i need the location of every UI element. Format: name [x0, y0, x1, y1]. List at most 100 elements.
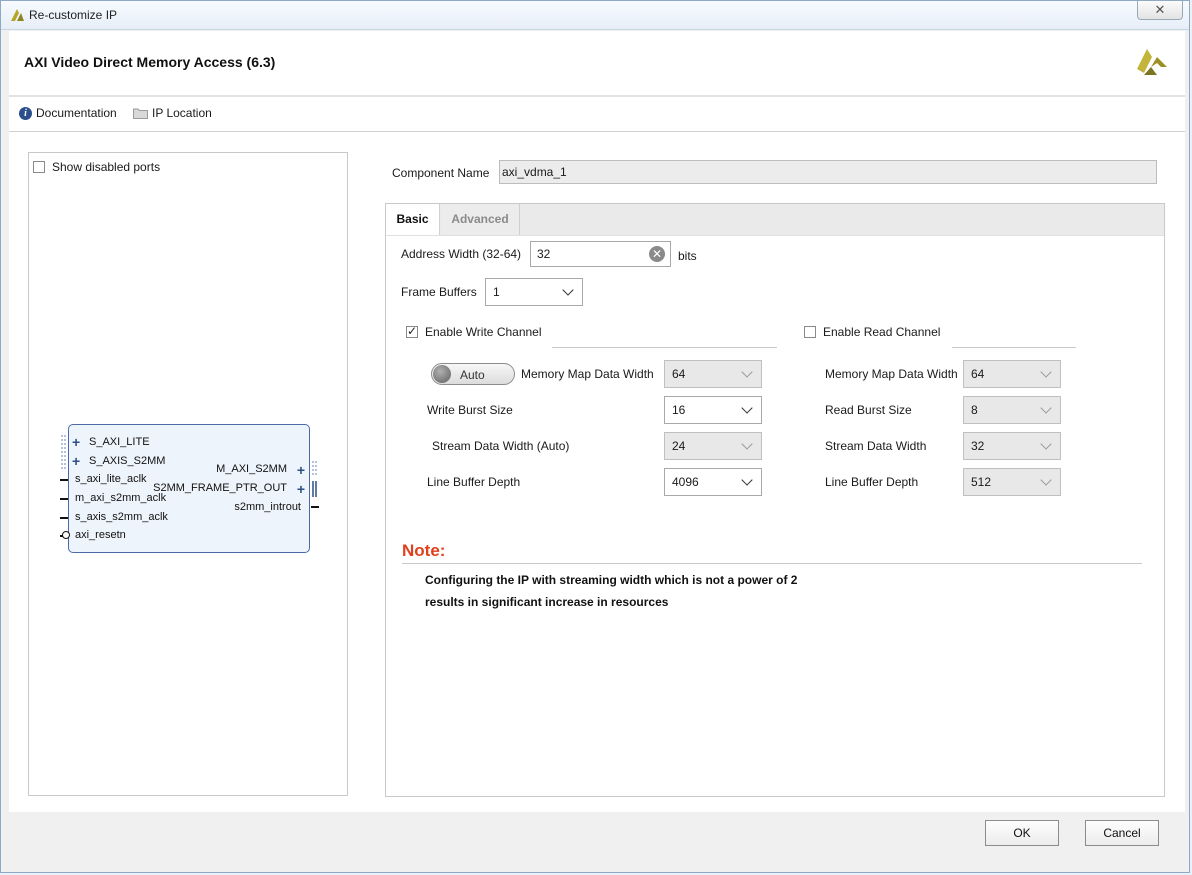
ip-title: AXI Video Direct Memory Access (6.3)	[24, 54, 276, 70]
pin-s-axis-s2mm-aclk	[60, 517, 68, 519]
clear-icon[interactable]: ✕	[649, 246, 665, 262]
write-mm-width-value: 64	[672, 367, 686, 381]
chevron-down-icon	[741, 474, 753, 486]
note-line-2: results in significant increase in resou…	[425, 595, 669, 609]
write-mm-width-label: Memory Map Data Width	[521, 367, 654, 381]
write-section-divider	[552, 347, 777, 348]
expand-s2mm-frame-ptr-out-icon[interactable]: +	[297, 482, 305, 496]
frame-buffers-value: 1	[493, 285, 500, 299]
port-s-axis-s2mm: S_AXIS_S2MM	[89, 455, 166, 467]
write-burst-label: Write Burst Size	[427, 403, 513, 417]
read-line-buffer-value: 512	[971, 475, 992, 489]
enable-write-channel-label: Enable Write Channel	[425, 325, 542, 339]
read-mm-width-label: Memory Map Data Width	[825, 367, 958, 381]
tab-basic[interactable]: Basic	[386, 204, 440, 235]
port-s2mm-frame-ptr-out: S2MM_FRAME_PTR_OUT	[153, 482, 287, 494]
ip-block-symbol: + S_AXI_LITE + S_AXIS_S2MM s_axi_lite_ac…	[60, 424, 319, 553]
chevron-down-icon	[741, 366, 753, 378]
ip-location-label: IP Location	[152, 106, 212, 120]
read-burst-value: 8	[971, 403, 978, 417]
read-line-buffer-label: Line Buffer Depth	[825, 475, 919, 489]
auto-toggle-label: Auto	[460, 368, 485, 382]
pin-s-axi-lite-aclk	[60, 479, 68, 481]
chevron-down-icon	[562, 284, 574, 296]
expand-s-axi-lite-icon[interactable]: +	[72, 435, 80, 449]
tab-panel: Basic Advanced Address Width (32-64) 32 …	[385, 203, 1165, 797]
dialog-window: Re-customize IP ✕ AXI Video Direct Memor…	[0, 0, 1190, 873]
xilinx-brand-logo-icon	[1137, 49, 1167, 75]
read-burst-select[interactable]: 8	[963, 396, 1061, 424]
ok-button[interactable]: OK	[985, 820, 1059, 846]
read-stream-width-value: 32	[971, 439, 985, 453]
enable-read-channel-label: Enable Read Channel	[823, 325, 941, 339]
ip-header: AXI Video Direct Memory Access (6.3)	[9, 31, 1185, 97]
cancel-button[interactable]: Cancel	[1085, 820, 1159, 846]
tab-advanced[interactable]: Advanced	[441, 204, 520, 235]
write-burst-select[interactable]: 16	[664, 396, 762, 424]
tab-strip: Basic Advanced	[386, 204, 1164, 236]
read-stream-width-select[interactable]: 32	[963, 432, 1061, 460]
bus-interface-out-icon	[312, 461, 317, 477]
note-divider	[402, 563, 1142, 564]
auto-toggle[interactable]: Auto	[431, 363, 515, 385]
chevron-down-icon	[1040, 366, 1052, 378]
symbol-pane: Show disabled ports + S_AXI_LITE + S_AXI…	[28, 152, 348, 796]
expand-s-axis-s2mm-icon[interactable]: +	[72, 454, 80, 468]
chevron-down-icon	[741, 402, 753, 414]
address-width-input[interactable]: 32 ✕	[530, 241, 671, 267]
port-s-axis-s2mm-aclk: s_axis_s2mm_aclk	[75, 511, 168, 523]
doc-toolbar: i Documentation IP Location	[9, 97, 1185, 132]
enable-read-channel-checkbox[interactable]	[804, 326, 816, 338]
xilinx-logo-icon	[11, 9, 24, 21]
toggle-knob	[433, 365, 451, 383]
read-mm-width-select[interactable]: 64	[963, 360, 1061, 388]
write-mm-width-select[interactable]: 64	[664, 360, 762, 388]
write-stream-width-select[interactable]: 24	[664, 432, 762, 460]
bus-interface-icon	[61, 435, 66, 471]
note-title: Note:	[402, 541, 446, 560]
ip-location-link[interactable]: IP Location	[133, 106, 212, 120]
write-stream-width-value: 24	[672, 439, 686, 453]
active-low-bubble-icon	[62, 531, 70, 539]
address-width-unit: bits	[678, 249, 697, 263]
frame-buffers-select[interactable]: 1	[485, 278, 583, 306]
write-line-buffer-value: 4096	[672, 475, 699, 489]
documentation-link[interactable]: i Documentation	[19, 106, 117, 120]
show-disabled-ports-checkbox[interactable]	[33, 161, 45, 173]
frame-buffers-label: Frame Buffers	[401, 285, 477, 299]
component-name-input[interactable]: axi_vdma_1	[499, 160, 1157, 184]
close-button[interactable]: ✕	[1137, 1, 1183, 20]
read-burst-label: Read Burst Size	[825, 403, 912, 417]
dialog-body: Show disabled ports + S_AXI_LITE + S_AXI…	[9, 132, 1185, 812]
write-stream-width-label: Stream Data Width (Auto)	[432, 439, 570, 453]
bus-out-icon	[312, 481, 317, 497]
pin-m-axi-s2mm-aclk	[60, 498, 68, 500]
write-line-buffer-select[interactable]: 4096	[664, 468, 762, 496]
port-axi-resetn: axi_resetn	[75, 529, 126, 541]
address-width-value: 32	[537, 247, 551, 261]
chevron-down-icon	[1040, 402, 1052, 414]
documentation-label: Documentation	[36, 106, 117, 120]
window-title: Re-customize IP	[29, 8, 118, 22]
read-stream-width-label: Stream Data Width	[825, 439, 927, 453]
folder-icon	[133, 108, 148, 119]
component-name-label: Component Name	[392, 166, 490, 180]
note-line-1: Configuring the IP with streaming width …	[425, 573, 798, 587]
enable-write-channel-checkbox[interactable]	[406, 324, 418, 338]
port-s-axi-lite: S_AXI_LITE	[89, 436, 150, 448]
chevron-down-icon	[1040, 474, 1052, 486]
address-width-label: Address Width (32-64)	[401, 247, 522, 261]
expand-m-axi-s2mm-icon[interactable]: +	[297, 463, 305, 477]
close-icon: ✕	[1154, 2, 1166, 17]
read-section-divider	[952, 347, 1076, 348]
read-line-buffer-select[interactable]: 512	[963, 468, 1061, 496]
port-s-axi-lite-aclk: s_axi_lite_aclk	[75, 473, 147, 485]
read-mm-width-value: 64	[971, 367, 985, 381]
info-icon: i	[19, 106, 32, 120]
write-burst-value: 16	[672, 403, 686, 417]
title-bar: Re-customize IP ✕	[1, 1, 1189, 30]
config-pane: Component Name axi_vdma_1 Basic Advanced…	[385, 152, 1165, 797]
pin-s2mm-introut	[311, 506, 319, 508]
show-disabled-ports-label: Show disabled ports	[52, 160, 161, 174]
write-line-buffer-label: Line Buffer Depth	[427, 475, 521, 489]
